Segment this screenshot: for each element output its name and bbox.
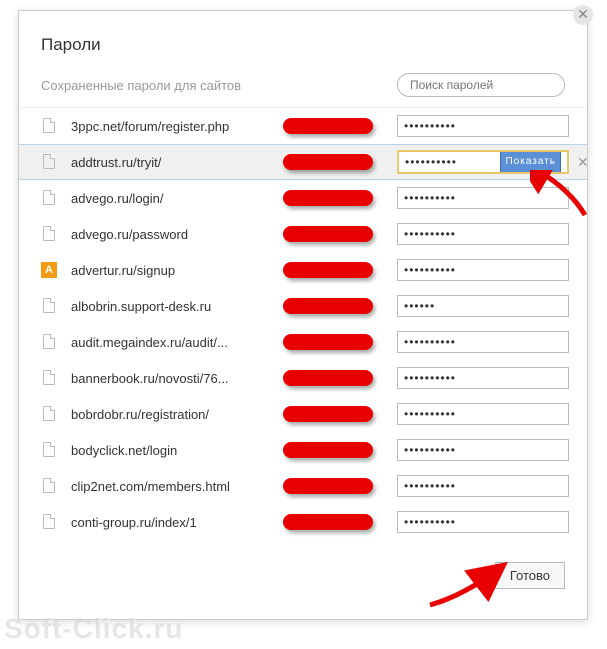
password-dots: •••••••••• [404,227,456,241]
dialog-header-row: Сохраненные пароли для сайтов [19,73,587,107]
password-row[interactable]: advego.ru/password •••••••••• [19,216,587,252]
password-dots: •••••••••• [404,443,456,457]
password-box[interactable]: •••••••••• [397,367,569,389]
site-url: clip2net.com/members.html [71,479,283,494]
password-box[interactable]: •••••••••• [397,187,569,209]
password-box[interactable]: •••••••••• [397,259,569,281]
password-row[interactable]: bobrdobr.ru/registration/ •••••••••• [19,396,587,432]
password-box[interactable]: •••••••••• [397,475,569,497]
site-url: advego.ru/login/ [71,191,283,206]
redaction-overlay [283,188,383,208]
password-dots: •••••••••• [404,191,456,205]
site-url: bannerbook.ru/novosti/76... [71,371,283,386]
site-url: conti-group.ru/index/1 [71,515,283,530]
password-row[interactable]: bodyclick.net/login •••••••••• [19,432,587,468]
watermark-text: Soft-Click.ru [4,613,183,645]
password-row[interactable]: clip2net.com/members.html •••••••••• [19,468,587,504]
password-cell: •••••••••• [397,187,569,209]
password-row[interactable]: albobrin.support-desk.ru •••••• [19,288,587,324]
password-dots: •••••••••• [404,119,456,133]
password-cell: •••••• [397,295,569,317]
site-url: bobrdobr.ru/registration/ [71,407,283,422]
dialog-footer: Готово [19,540,587,589]
site-url: advertur.ru/signup [71,263,283,278]
redaction-overlay [283,260,383,280]
password-box[interactable]: •••••••••• [397,439,569,461]
password-row[interactable]: addtrust.ru/tryit/ •••••••••• Показать ✕ [19,144,587,180]
password-row[interactable]: audit.megaindex.ru/audit/... •••••••••• [19,324,587,360]
file-icon [41,190,57,206]
file-icon [41,370,57,386]
redaction-overlay [283,404,383,424]
redaction-overlay [283,296,383,316]
password-dots: •••••••••• [404,515,456,529]
favicon-letter-icon: A [41,262,57,278]
file-icon [41,118,57,134]
file-icon [41,514,57,530]
password-box[interactable]: •••••••••• [397,403,569,425]
redaction-overlay [283,332,383,352]
password-cell: •••••••••• [397,115,569,137]
password-cell: •••••••••• Показать [397,150,569,174]
password-dots: •••••• [404,299,435,313]
password-box[interactable]: •••••••••• [397,223,569,245]
password-dots: •••••••••• [404,335,456,349]
site-url: addtrust.ru/tryit/ [71,155,283,170]
password-dots: •••••••••• [405,152,457,172]
redaction-overlay [283,116,383,136]
password-box[interactable]: •••••• [397,295,569,317]
password-row[interactable]: advego.ru/login/ •••••••••• [19,180,587,216]
password-dots: •••••••••• [404,371,456,385]
dialog-title: Пароли [19,11,587,73]
site-url: 3ppc.net/forum/register.php [71,119,283,134]
passwords-dialog: ✕ Пароли Сохраненные пароли для сайтов 3… [18,10,588,620]
password-row[interactable]: 3ppc.net/forum/register.php •••••••••• [19,108,587,144]
file-icon [41,478,57,494]
file-icon [41,226,57,242]
site-url: audit.megaindex.ru/audit/... [71,335,283,350]
row-delete-button[interactable]: ✕ [577,154,589,171]
saved-passwords-label: Сохраненные пароли для сайтов [41,78,397,93]
password-cell: •••••••••• [397,367,569,389]
password-row[interactable]: conti-group.ru/index/1 •••••••••• [19,504,587,540]
password-box[interactable]: •••••••••• [397,331,569,353]
redaction-overlay [283,152,383,172]
password-cell: •••••••••• [397,439,569,461]
file-icon [41,334,57,350]
password-dots: •••••••••• [404,407,456,421]
show-password-button[interactable]: Показать [500,150,561,174]
password-dots: •••••••••• [404,479,456,493]
site-url: advego.ru/password [71,227,283,242]
site-url: bodyclick.net/login [71,443,283,458]
password-cell: •••••••••• [397,259,569,281]
redaction-overlay [283,440,383,460]
password-cell: •••••••••• [397,331,569,353]
done-button[interactable]: Готово [495,562,565,589]
file-icon [41,442,57,458]
redaction-overlay [283,512,383,532]
redaction-overlay [283,476,383,496]
password-cell: •••••••••• [397,511,569,533]
password-row[interactable]: bannerbook.ru/novosti/76... •••••••••• [19,360,587,396]
password-list: 3ppc.net/forum/register.php••••••••••add… [19,107,587,540]
search-input[interactable] [397,73,565,97]
password-dots: •••••••••• [404,263,456,277]
dialog-close-button[interactable]: ✕ [573,5,593,25]
file-icon [41,298,57,314]
redaction-overlay [283,368,383,388]
password-box[interactable]: •••••••••• [397,115,569,137]
file-icon [41,154,57,170]
password-box[interactable]: •••••••••• Показать [397,150,569,174]
password-cell: •••••••••• [397,403,569,425]
password-box[interactable]: •••••••••• [397,511,569,533]
password-cell: •••••••••• [397,223,569,245]
redaction-overlay [283,224,383,244]
password-cell: •••••••••• [397,475,569,497]
password-row[interactable]: Aadvertur.ru/signup •••••••••• [19,252,587,288]
file-icon [41,406,57,422]
site-url: albobrin.support-desk.ru [71,299,283,314]
